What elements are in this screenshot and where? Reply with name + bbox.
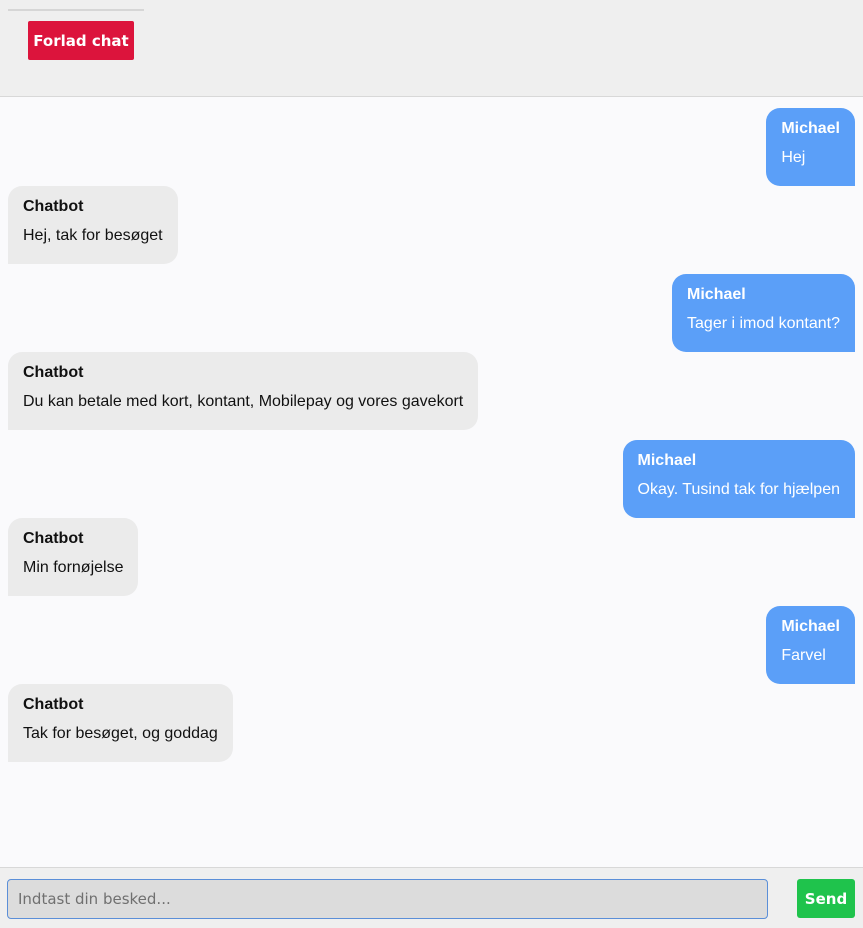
message-sender: Michael <box>781 618 840 635</box>
user-message: Michael Hej <box>766 108 855 186</box>
header-divider <box>8 9 144 11</box>
message-sender: Michael <box>637 452 697 469</box>
message-text: Hej <box>781 149 806 166</box>
message-list[interactable]: Michael Hej Chatbot Hej, tak for besøget… <box>0 98 863 867</box>
message-text: Min fornøjelse <box>23 559 124 576</box>
message-text: Hej, tak for besøget <box>23 227 163 244</box>
bot-message: Chatbot Tak for besøget, og goddag <box>8 684 233 762</box>
bot-message: Chatbot Min fornøjelse <box>8 518 139 596</box>
composer-bar: Send <box>0 867 863 928</box>
message-sender: Chatbot <box>23 530 84 547</box>
message-text: Du kan betale med kort, kontant, Mobilep… <box>23 393 464 410</box>
bot-message: Chatbot Du kan betale med kort, kontant,… <box>8 352 479 430</box>
leave-chat-button[interactable]: Forlad chat <box>28 21 134 60</box>
message-text: Okay. Tusind tak for hjælpen <box>637 481 840 498</box>
message-text: Tak for besøget, og goddag <box>23 725 218 742</box>
user-message: Michael Farvel <box>766 606 855 684</box>
message-sender: Chatbot <box>23 696 84 713</box>
user-message: Michael Okay. Tusind tak for hjælpen <box>622 440 855 518</box>
chat-header: Forlad chat <box>0 0 863 97</box>
message-text: Tager i imod kontant? <box>687 315 840 332</box>
message-sender: Chatbot <box>23 364 84 381</box>
message-text: Farvel <box>781 647 826 664</box>
user-message: Michael Tager i imod kontant? <box>672 274 855 352</box>
message-sender: Chatbot <box>23 198 84 215</box>
send-button[interactable]: Send <box>797 879 855 918</box>
bot-message: Chatbot Hej, tak for besøget <box>8 186 178 264</box>
message-sender: Michael <box>687 286 746 303</box>
message-sender: Michael <box>781 120 840 137</box>
message-input[interactable] <box>7 879 768 919</box>
